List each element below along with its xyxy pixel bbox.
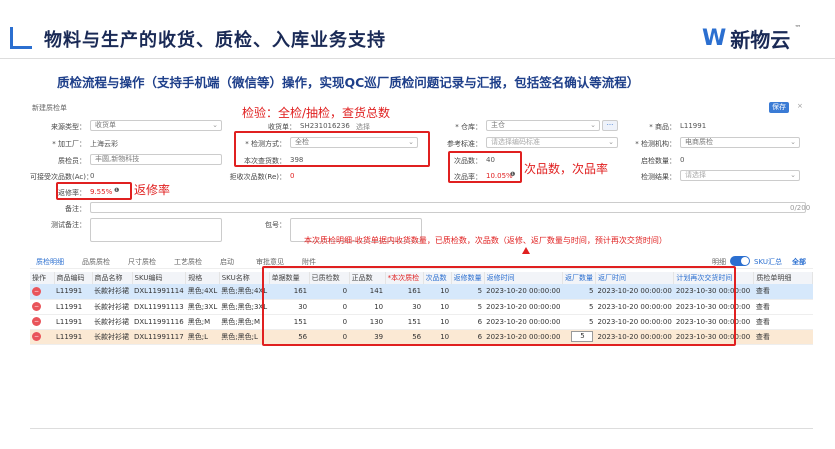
inspection-annotation: 检验：全检/抽检，查货总数 bbox=[242, 106, 391, 120]
cell-code: L11991 bbox=[54, 284, 92, 300]
remark-input[interactable] bbox=[90, 202, 806, 213]
chevron-down-icon: ⌄ bbox=[790, 171, 796, 179]
all-filter-link[interactable]: 全部 bbox=[792, 257, 806, 267]
chevron-down-icon: ⌄ bbox=[590, 121, 596, 129]
col-spec: 规格 bbox=[185, 272, 220, 284]
logo-text: 新物云 bbox=[730, 28, 791, 52]
sku-summary-toggle[interactable] bbox=[730, 256, 750, 266]
source-type-label: 来源类型： bbox=[51, 123, 86, 131]
bottom-divider bbox=[30, 428, 813, 429]
inspect-org-label: * 检测机构： bbox=[635, 140, 676, 148]
pass-count-value: 0 bbox=[680, 156, 685, 164]
package-label: 包号： bbox=[265, 221, 286, 229]
cell-name: 长款衬衫裙 bbox=[92, 284, 132, 300]
view-link[interactable]: 查看 bbox=[753, 314, 813, 330]
col-code: 商品编码 bbox=[54, 272, 93, 284]
cell-name: 长款衬衫裙 bbox=[92, 329, 132, 345]
reject-defect-label: 拒收次品数(Re)： bbox=[229, 173, 286, 181]
window-title: 新建质检单 bbox=[32, 104, 67, 112]
cell-spec: 黑色;L bbox=[185, 329, 220, 345]
slide-title: 物料与生产的收货、质检、入库业务支持 bbox=[44, 30, 386, 51]
inspector-input[interactable]: 丰圆,新物科技 bbox=[90, 154, 222, 165]
logo-tm: ™ bbox=[794, 24, 802, 32]
remark-label: 备注： bbox=[65, 205, 86, 213]
arrow-up-icon bbox=[522, 247, 530, 254]
ref-std-label: 参考标准： bbox=[447, 140, 482, 148]
result-select[interactable]: 请选择 ⌄ bbox=[680, 170, 800, 181]
delete-row-icon[interactable]: − bbox=[32, 302, 41, 311]
warehouse-label: * 仓库： bbox=[455, 123, 482, 131]
chevron-down-icon: ⌄ bbox=[608, 138, 614, 146]
remark-counter: 0/200 bbox=[790, 204, 811, 212]
col-action: 操作 bbox=[30, 272, 55, 284]
reject-defect-value: 0 bbox=[290, 172, 295, 180]
product-label: * 商品： bbox=[649, 123, 676, 131]
tab-start[interactable]: 启动 bbox=[220, 257, 234, 267]
view-link[interactable]: 查看 bbox=[753, 299, 813, 315]
tab-qc-detail[interactable]: 质检明细 bbox=[36, 257, 64, 267]
chevron-down-icon: ⌄ bbox=[212, 121, 218, 129]
logo-w-icon: W bbox=[702, 26, 727, 51]
warehouse-select[interactable]: 主仓 ⌄ bbox=[486, 120, 600, 131]
source-type-select[interactable]: 收货单 ⌄ bbox=[90, 120, 222, 131]
cell-name: 长款衬衫裙 bbox=[92, 314, 132, 330]
cell-sku: DXL11991117 bbox=[132, 329, 186, 345]
product-value: L11991 bbox=[680, 122, 707, 130]
return-rate-annotation: 返修率 bbox=[134, 183, 171, 197]
cell-name: 长款衬衫裙 bbox=[92, 299, 132, 315]
defect-highlight-box bbox=[448, 151, 522, 183]
qc-form-window: 新建质检单 保存 × 来源类型： 收货单 ⌄ 收货单： SH231016236 选… bbox=[30, 100, 813, 352]
view-link[interactable]: 查看 bbox=[753, 329, 813, 345]
cell-spec: 黑色;M bbox=[185, 314, 220, 330]
cell-sku: DXL11991113 bbox=[132, 299, 186, 315]
cell-spec: 黑色;3XL bbox=[185, 299, 220, 315]
cell-code: L11991 bbox=[54, 314, 92, 330]
cell-code: L11991 bbox=[54, 299, 92, 315]
delete-row-icon[interactable]: − bbox=[32, 332, 41, 341]
cell-sku: DXL11991114 bbox=[132, 284, 186, 300]
test-remark-textarea[interactable] bbox=[90, 218, 222, 242]
delete-row-icon[interactable]: − bbox=[32, 286, 41, 296]
col-detail: 质检单明细 bbox=[753, 272, 813, 284]
cell-sku: DXL11991116 bbox=[132, 314, 186, 330]
accept-defect-value: 0 bbox=[90, 172, 95, 180]
result-label: 检测结果： bbox=[641, 173, 676, 181]
inspector-label: 质检员： bbox=[58, 157, 86, 165]
close-icon[interactable]: × bbox=[797, 102, 803, 110]
test-remark-label: 测试备注： bbox=[51, 221, 86, 229]
col-sku: SKU编码 bbox=[132, 272, 187, 284]
inspection-highlight-box bbox=[234, 131, 430, 167]
brand-logo: W 新物云 ™ bbox=[702, 24, 801, 53]
ref-std-select[interactable]: 请选择编码标准 ⌄ bbox=[486, 137, 618, 148]
detail-annotation: 本次质检明细-收货单据内收货数量，已质检数，次品数（返修、返厂数量与时间，预计再… bbox=[304, 236, 667, 245]
title-bracket-decoration bbox=[10, 27, 32, 49]
return-rate-highlight-box bbox=[56, 182, 132, 200]
delete-row-icon[interactable]: − bbox=[32, 317, 41, 326]
table-highlight-box bbox=[262, 266, 736, 346]
defect-annotation: 次品数，次品率 bbox=[524, 162, 609, 176]
inspect-org-select[interactable]: 电商质检 ⌄ bbox=[680, 137, 800, 148]
save-button[interactable]: 保存 bbox=[769, 102, 789, 113]
tab-craft[interactable]: 工艺质检 bbox=[174, 257, 202, 267]
receipt-no-value: SH231016236 bbox=[300, 122, 350, 130]
factory-value: 上海云彩 bbox=[90, 140, 118, 148]
tab-quality[interactable]: 品质质检 bbox=[82, 257, 110, 267]
col-name: 商品名称 bbox=[92, 272, 133, 284]
slide-subtitle: 质检流程与操作（支持手机端（微信等）操作，实现QC巡厂质检问题记录与汇报，包括签… bbox=[57, 75, 640, 90]
tab-size[interactable]: 尺寸质检 bbox=[128, 257, 156, 267]
cell-code: L11991 bbox=[54, 329, 92, 345]
chevron-down-icon: ⌄ bbox=[790, 138, 796, 146]
factory-label: * 加工厂： bbox=[52, 140, 86, 148]
sku-summary-label: SKU汇总 bbox=[754, 258, 782, 266]
accept-defect-label: 可接受次品数(Ac)： bbox=[30, 173, 93, 181]
warehouse-more-button[interactable]: ··· bbox=[602, 120, 618, 131]
cell-spec: 黑色;4XL bbox=[185, 284, 220, 300]
view-link[interactable]: 查看 bbox=[753, 284, 813, 300]
header-divider bbox=[0, 58, 835, 59]
pass-count-label: 启检数量： bbox=[641, 157, 676, 165]
